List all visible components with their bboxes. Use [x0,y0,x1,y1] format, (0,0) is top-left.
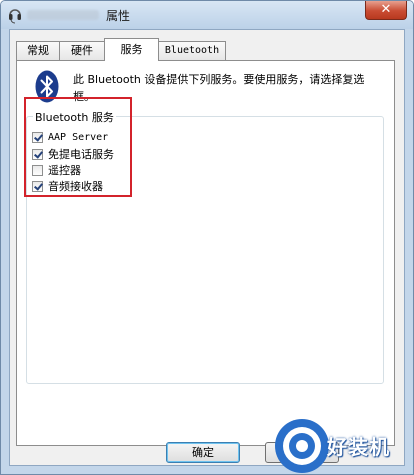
tab-bluetooth[interactable]: Bluetooth [158,41,226,60]
headset-icon [9,9,21,24]
properties-window: 属性 ✕ 常规 硬件 服务 Bluetooth 此 Bluetooth 设备提供… [0,0,414,475]
close-button[interactable]: ✕ [365,1,407,20]
title-bar[interactable]: 属性 ✕ [1,1,413,29]
watermark-text: 好装机 [327,435,390,459]
watermark-logo-icon [275,419,329,473]
tab-hardware[interactable]: 硬件 [59,41,105,60]
watermark: 好装机 [275,419,413,474]
tab-general[interactable]: 常规 [16,41,60,60]
tab-services[interactable]: 服务 [104,38,159,61]
blurred-device-name [27,10,99,20]
highlight-box [24,97,132,197]
window-title: 属性 [106,9,131,23]
dialog-client-area: 常规 硬件 服务 Bluetooth 此 Bluetooth 设备提供下列服务。… [9,29,405,466]
ok-button[interactable]: 确定 [166,442,240,463]
